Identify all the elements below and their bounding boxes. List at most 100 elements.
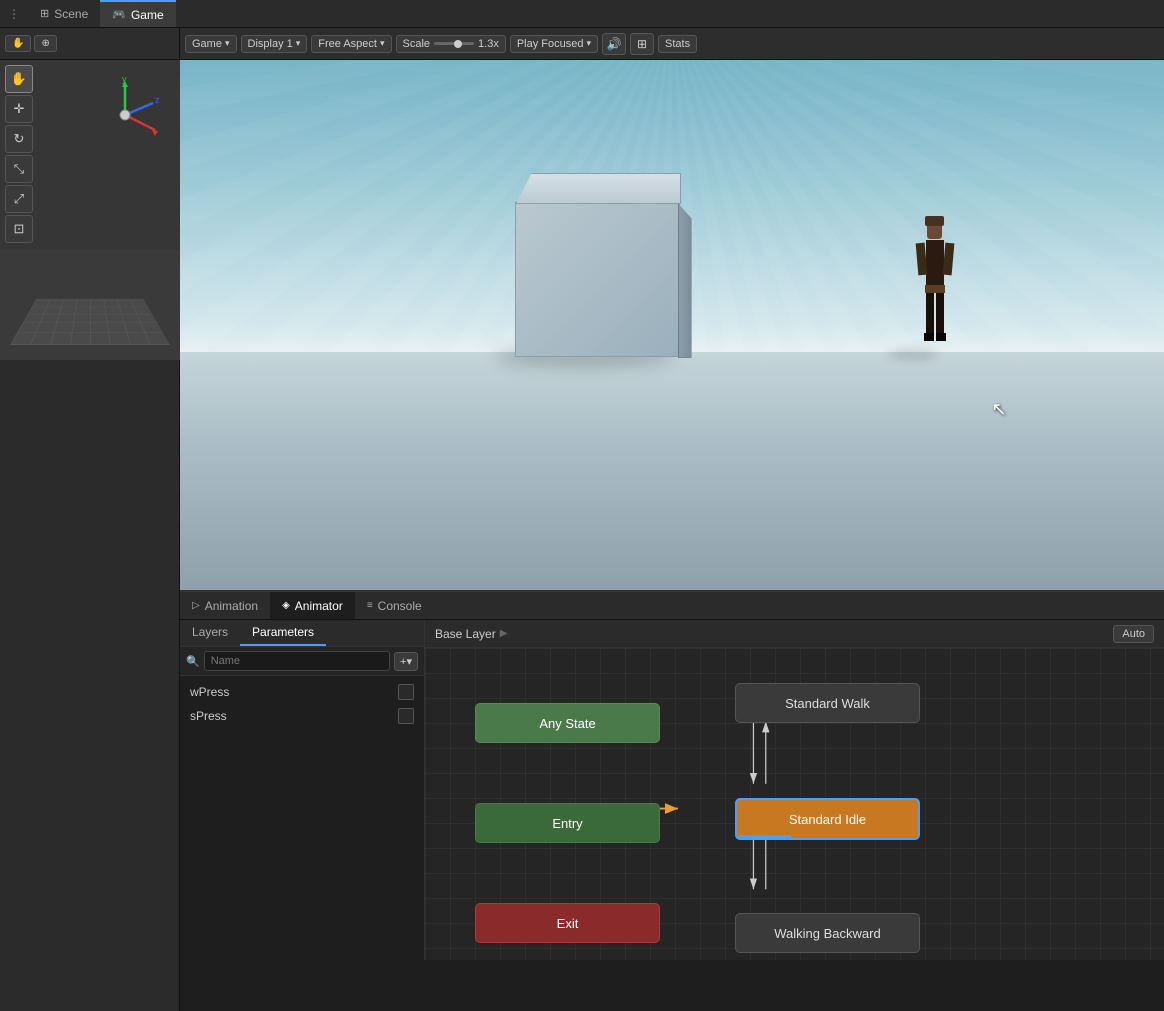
- animator-sidebar: Layers Parameters 🔍 +▾: [180, 620, 425, 960]
- char-torso: [926, 240, 944, 285]
- right-content: Game ▾ Display 1 ▾ Free Aspect ▾ Scale 1…: [180, 28, 1164, 1011]
- tab-animation-label: Animation: [205, 599, 258, 613]
- game-dropdown-arrow: ▾: [225, 38, 230, 49]
- scale-gizmo-btn[interactable]: ⤡: [5, 155, 33, 183]
- standard-walk-node[interactable]: Standard Walk: [735, 683, 920, 723]
- char-hair: [925, 216, 944, 226]
- character: [912, 222, 957, 362]
- cube-right: [678, 203, 692, 358]
- char-feet: [924, 333, 946, 341]
- svg-text:y: y: [122, 75, 127, 84]
- tab-game[interactable]: 🎮 Game: [100, 0, 175, 27]
- display-dropdown[interactable]: Display 1 ▾: [241, 35, 308, 53]
- game-label: Game: [192, 38, 222, 50]
- tab-console-label: Console: [378, 599, 422, 613]
- tab-console[interactable]: ≡ Console: [355, 592, 434, 619]
- tab-game-label: Game: [131, 8, 164, 22]
- char-arm-right: [942, 243, 954, 276]
- breadcrumb-base-layer: Base Layer ▶: [435, 627, 507, 641]
- cube-front: [515, 202, 680, 357]
- game-dropdown[interactable]: Game ▾: [185, 35, 237, 53]
- grid-icon-btn[interactable]: ⊞: [630, 33, 654, 55]
- tab-animator[interactable]: ◈ Animator: [270, 592, 355, 619]
- animator-main: Base Layer ▶ Auto: [425, 620, 1164, 960]
- breadcrumb-label: Base Layer: [435, 627, 496, 641]
- breadcrumb-arrow: ▶: [500, 628, 508, 639]
- char-arm-left: [915, 243, 927, 276]
- tab-animation[interactable]: ▷ Animation: [180, 592, 270, 619]
- param-search-input[interactable]: [204, 651, 390, 671]
- char-foot-right: [936, 333, 946, 341]
- scale-slider[interactable]: [434, 42, 474, 45]
- gizmo-area: ✋ ✛ ↻ ⤡ ⤢ ⊡ ⊕ y z: [0, 60, 180, 360]
- param-name-spress: sPress: [190, 709, 227, 723]
- top-tab-bar: ⋮ ⊞ Scene 🎮 Game: [0, 0, 1164, 28]
- add-param-button[interactable]: +▾: [394, 652, 418, 671]
- param-checkbox-wpress[interactable]: [398, 684, 414, 700]
- char-leg-left: [926, 293, 934, 333]
- param-item-wpress[interactable]: wPress: [180, 680, 424, 704]
- scale-slider-thumb: [454, 40, 462, 48]
- state-machine-canvas[interactable]: Any State Entry Exit: [425, 648, 1164, 960]
- top-tab-more-scene[interactable]: ⋮: [0, 7, 28, 21]
- standard-idle-node[interactable]: Standard Idle: [735, 798, 920, 840]
- move-gizmo-btn[interactable]: ✛: [5, 95, 33, 123]
- char-foot-left: [924, 333, 934, 341]
- aspect-dropdown-arrow: ▾: [380, 38, 385, 49]
- game-tab-icon: 🎮: [112, 8, 126, 21]
- ground-plane: [180, 352, 1164, 591]
- aspect-label: Free Aspect: [318, 38, 377, 50]
- game-viewport[interactable]: ↖: [180, 60, 1164, 590]
- param-checkbox-spress[interactable]: [398, 708, 414, 724]
- play-focused-arrow: ▾: [587, 38, 592, 49]
- animator-tab-icon: ◈: [282, 600, 290, 611]
- auto-button[interactable]: Auto: [1113, 625, 1154, 643]
- speaker-icon-btn[interactable]: 🔊: [602, 33, 626, 55]
- expand-gizmo-btn[interactable]: ⤢: [5, 185, 33, 213]
- animator-layout: Layers Parameters 🔍 +▾: [180, 620, 1164, 960]
- scene-tab-icon: ⊞: [40, 7, 49, 20]
- scene-nav-area: [0, 250, 180, 360]
- rotate-gizmo-btn[interactable]: ↻: [5, 125, 33, 153]
- axis-gizmo: y z: [85, 75, 165, 155]
- floor-grid: [10, 299, 170, 345]
- exit-node[interactable]: Exit: [475, 903, 660, 943]
- play-focused-dropdown[interactable]: Play Focused ▾: [510, 35, 598, 53]
- main-layout: ✋ ⊕ ✋ ✛ ↻ ⤡ ⤢ ⊡ ⊕ y: [0, 28, 1164, 1011]
- display-dropdown-arrow: ▾: [296, 38, 301, 49]
- viewport-bottom-container: ↖ ▷ Animation ◈ Animator ≡ Consol: [180, 60, 1164, 1011]
- tab-animator-label: Animator: [295, 599, 343, 613]
- char-leg-right: [936, 293, 944, 333]
- animation-tab-icon: ▷: [192, 600, 200, 611]
- scale-value: 1.3x: [478, 38, 499, 50]
- entry-node[interactable]: Entry: [475, 803, 660, 843]
- animator-sidebar-tabs: Layers Parameters: [180, 620, 424, 647]
- transform-gizmo-btn[interactable]: ⊡: [5, 215, 33, 243]
- cube-top: [516, 173, 681, 204]
- hand-tool-button[interactable]: ✋: [5, 35, 31, 52]
- param-name-wpress: wPress: [190, 685, 229, 699]
- game-toolbar: Game ▾ Display 1 ▾ Free Aspect ▾ Scale 1…: [180, 28, 1164, 60]
- param-item-spress[interactable]: sPress: [180, 704, 424, 728]
- walking-backward-node[interactable]: Walking Backward: [735, 913, 920, 953]
- sidebar-tab-parameters[interactable]: Parameters: [240, 620, 326, 646]
- aspect-dropdown[interactable]: Free Aspect ▾: [311, 35, 391, 53]
- tab-scene[interactable]: ⊞ Scene: [28, 0, 100, 27]
- scene-panel: ✋ ⊕ ✋ ✛ ↻ ⤡ ⤢ ⊡ ⊕ y: [0, 28, 180, 1011]
- sidebar-tab-layers[interactable]: Layers: [180, 620, 240, 646]
- parameter-list: wPress sPress: [180, 676, 424, 732]
- bottom-tab-bar: ▷ Animation ◈ Animator ≡ Console: [180, 592, 1164, 620]
- animator-search-row: 🔍 +▾: [180, 647, 424, 676]
- tab-scene-label: Scene: [54, 7, 88, 21]
- svg-text:z: z: [155, 95, 160, 105]
- scene-toolbar: ✋ ⊕: [0, 28, 179, 60]
- stats-button[interactable]: Stats: [658, 35, 697, 53]
- rotate-tool-button[interactable]: ⊕: [34, 35, 56, 52]
- search-icon: 🔍: [186, 655, 200, 668]
- console-tab-icon: ≡: [367, 600, 373, 611]
- any-state-node[interactable]: Any State: [475, 703, 660, 743]
- hand-gizmo-btn[interactable]: ✋: [5, 65, 33, 93]
- char-legs: [926, 293, 944, 333]
- idle-progress: [737, 835, 791, 838]
- scale-label: Scale: [403, 38, 431, 50]
